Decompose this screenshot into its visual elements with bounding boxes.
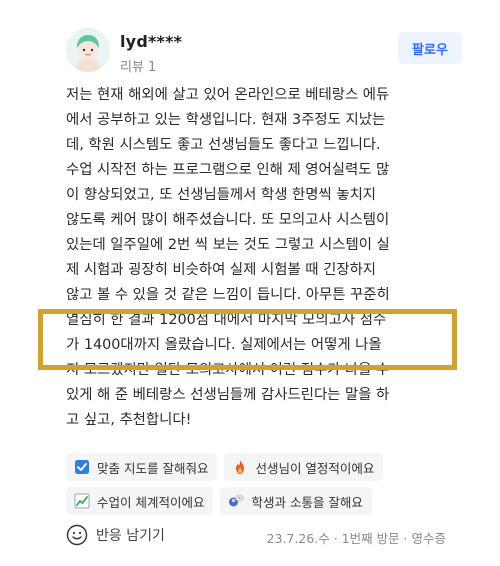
fire-icon: [236, 460, 245, 474]
review-line: 데, 학원 시스템도 좋고 선생님들도 좋다고 느낍니다.: [66, 137, 381, 153]
chat-icon: [229, 494, 245, 507]
tag-chip: 수업이 체계적이에요: [66, 487, 214, 515]
review-line: 않고 볼 수 있을 것 같은 느낌이 듭니다. 아무튼 꾸준히: [66, 287, 390, 303]
review-line: 수업 시작전 하는 프로그램으로 인해 제 영어실력도 많: [66, 162, 390, 178]
tag-chip: 맞춤 지도를 잘해줘요: [66, 453, 218, 481]
tag-label: 수업이 체계적이에요: [97, 494, 205, 510]
follow-button[interactable]: 팔로우: [398, 32, 462, 64]
react-button[interactable]: 반응 남기기: [66, 524, 165, 546]
review-footer: 반응 남기기 23.7.26.수 · 1번째 방문 · 영수증: [66, 524, 446, 552]
avatar[interactable]: [66, 28, 110, 72]
review-line: 이 향상되었고, 또 선생님들께서 학생 한명씩 놓치지: [66, 187, 377, 203]
review-line: 에서 공부하고 있는 학생입니다. 현재 3주정도 지났는: [66, 112, 386, 128]
username[interactable]: lyd****: [120, 32, 182, 51]
review-line: 가 1400대까지 올랐습니다. 실제에서는 어떻게 나올: [66, 337, 382, 353]
review-line: 열심히 한 결과 1200점 대에서 마지막 모의고사 점수: [66, 312, 387, 328]
review-header: lyd**** 리뷰 1 팔로우: [66, 24, 462, 78]
chart-icon: [74, 493, 90, 509]
tag-label: 맞춤 지도를 잘해줘요: [97, 460, 209, 476]
review-line: 않도록 케어 많이 해주셨습니다. 또 모의고사 시스템이: [66, 212, 390, 228]
review-line: 있는데 일주일에 2번 씩 보는 것도 그렇고 시스템이 실: [66, 237, 390, 253]
react-label: 반응 남기기: [96, 528, 165, 544]
review-line: 있게 해 준 베테랑스 선생님들께 감사드린다는 말을 하: [66, 387, 390, 403]
smile-icon: [66, 524, 88, 546]
visit-meta: 23.7.26.수 · 1번째 방문 · 영수증: [266, 531, 446, 546]
review-line: 고 싶고, 추천합니다!: [66, 412, 192, 428]
checkbox-icon: [75, 460, 89, 474]
review-line: 지 모르겠지만 일단 모의고사에서 이런 점수가 나올 수: [66, 362, 390, 378]
keyword-tags: 맞춤 지도를 잘해줘요 선생님이 열정적이에요 수업이 체계적이에요 학생과 소…: [66, 453, 446, 521]
tag-label: 선생님이 열정적이에요: [255, 460, 375, 476]
review-line: 제 시험과 굉장히 비슷하여 실제 시험볼 때 긴장하지: [66, 262, 377, 278]
tag-chip: 학생과 소통을 잘해요: [220, 487, 372, 515]
review-line: 저는 현재 해외에 살고 있어 온라인으로 베테랑스 에듀: [66, 87, 390, 103]
review-text: 저는 현재 해외에 살고 있어 온라인으로 베테랑스 에듀 에서 공부하고 있는…: [66, 83, 446, 433]
user-info: lyd**** 리뷰 1: [120, 32, 182, 75]
tag-chip: 선생님이 열정적이에요: [224, 453, 384, 481]
tag-label: 학생과 소통을 잘해요: [251, 494, 363, 510]
review-count: 리뷰 1: [120, 60, 157, 75]
